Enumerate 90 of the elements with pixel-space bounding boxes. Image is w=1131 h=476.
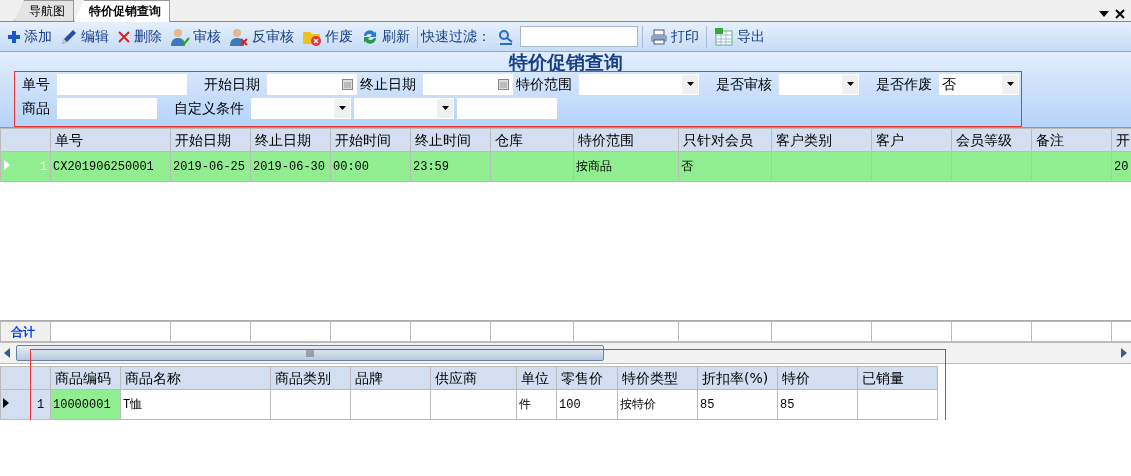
close-icon	[117, 29, 132, 44]
toolbar-button[interactable]: 添加	[3, 23, 57, 50]
panel-title: 特价促销查询	[507, 52, 624, 72]
scroll-left-icon[interactable]	[4, 348, 10, 358]
row-indicator-icon	[4, 159, 10, 170]
table-cell: 按商品	[573, 151, 679, 182]
toolbar-button[interactable]: 删除	[113, 23, 167, 50]
toolbar-button[interactable]: 审核	[166, 23, 226, 50]
user-x-icon	[229, 27, 250, 46]
caret-icon[interactable]	[1006, 82, 1014, 86]
field-label: 是否审核	[716, 74, 773, 94]
column-header[interactable]: 开始时间	[330, 128, 411, 152]
table-cell: 85	[697, 389, 778, 420]
column-header[interactable]: 备注	[1031, 128, 1112, 152]
column-header[interactable]: 商品名称	[120, 366, 271, 390]
column-header[interactable]: 开始日期	[170, 128, 251, 152]
column-header[interactable]: 终止时间	[410, 128, 491, 152]
user-check-icon	[170, 27, 191, 46]
plus-icon	[7, 29, 22, 44]
table-cell: CX201906250001	[50, 151, 171, 182]
pen-icon	[60, 28, 79, 45]
column-header[interactable]: 特价	[777, 366, 858, 390]
column-header[interactable]: 折扣率(%)	[697, 366, 778, 390]
column-header[interactable]: 会员等级	[951, 128, 1032, 152]
spreadsheet-icon	[713, 27, 734, 46]
column-header[interactable]: 仓库	[490, 128, 574, 152]
table-cell: 按特价	[617, 389, 698, 420]
column-header[interactable]: 供应商	[430, 366, 517, 390]
column-header[interactable]: 特价类型	[617, 366, 698, 390]
table-cell: 10000001	[50, 389, 121, 420]
column-header[interactable]: 客户	[871, 128, 952, 152]
column-header[interactable]: 已销量	[857, 366, 938, 390]
field-label: 是否作废	[876, 74, 933, 94]
search-field[interactable]	[520, 26, 639, 47]
table-cell: 23:59	[410, 151, 491, 182]
printer-icon	[649, 28, 668, 45]
column-header[interactable]: 单位	[516, 366, 557, 390]
search-icon[interactable]	[497, 28, 514, 45]
toolbar-button[interactable]: 刷新	[357, 23, 415, 50]
field-label: 特价范围	[516, 74, 573, 94]
caret-icon[interactable]	[846, 82, 854, 86]
toolbar-button[interactable]: 反审核	[225, 23, 299, 50]
table-cell: 00:00	[330, 151, 411, 182]
filter-label: 快速过滤：	[421, 27, 492, 46]
table-cell: T恤	[120, 389, 271, 420]
caret-icon[interactable]	[338, 106, 346, 110]
calendar-icon[interactable]	[341, 78, 353, 90]
row-indicator-icon	[3, 397, 9, 408]
column-header[interactable]: 零售价	[556, 366, 618, 390]
column-header[interactable]: 单号	[50, 128, 171, 152]
input-field[interactable]	[57, 97, 157, 119]
field-label: 商品	[22, 98, 51, 118]
document-tab[interactable]: 导航图	[14, 0, 74, 21]
document-tab[interactable]: 特价促销查询	[74, 0, 170, 22]
date-field[interactable]	[267, 73, 357, 95]
dropdown-field[interactable]	[779, 73, 859, 95]
field-label: 单号	[22, 74, 51, 94]
field-label: 自定义条件	[174, 98, 245, 118]
table-cell: 2019-06-30	[250, 151, 331, 182]
calendar-icon[interactable]	[497, 78, 509, 90]
dropdown-field[interactable]	[354, 97, 454, 119]
dropdown-field[interactable]	[579, 73, 699, 95]
toolbar-button[interactable]: 作废	[298, 23, 358, 50]
table-cell: 85	[777, 389, 858, 420]
input-field[interactable]	[457, 97, 557, 119]
column-header[interactable]: 商品编码	[50, 366, 121, 390]
table-cell: 否	[678, 151, 772, 182]
dropdown-field[interactable]: 否	[939, 73, 1019, 95]
totals-label: 合计	[0, 321, 51, 342]
toolbar-button[interactable]: 导出	[709, 23, 769, 50]
column-header[interactable]: 客户类别	[771, 128, 872, 152]
caret-icon[interactable]	[686, 82, 694, 86]
toolbar-button[interactable]: 打印	[645, 23, 703, 50]
column-header[interactable]: 终止日期	[250, 128, 331, 152]
input-field[interactable]	[57, 73, 187, 95]
scroll-right-icon[interactable]	[1121, 348, 1127, 358]
column-header[interactable]: 只针对会员	[678, 128, 772, 152]
column-header[interactable]: 特价范围	[573, 128, 679, 152]
toolbar-button[interactable]: 编辑	[56, 23, 114, 50]
caret-icon[interactable]	[441, 106, 449, 110]
column-header[interactable]: 品牌	[350, 366, 431, 390]
table-cell: 2019-06-25	[170, 151, 251, 182]
dropdown-field[interactable]	[251, 97, 351, 119]
field-label: 终止日期	[360, 74, 417, 94]
column-header[interactable]: 商品类别	[270, 366, 351, 390]
table-cell: 件	[516, 389, 557, 420]
row-number: 1	[39, 158, 47, 176]
field-label: 开始日期	[204, 74, 261, 94]
table-cell: 100	[556, 389, 618, 420]
date-field[interactable]	[423, 73, 513, 95]
